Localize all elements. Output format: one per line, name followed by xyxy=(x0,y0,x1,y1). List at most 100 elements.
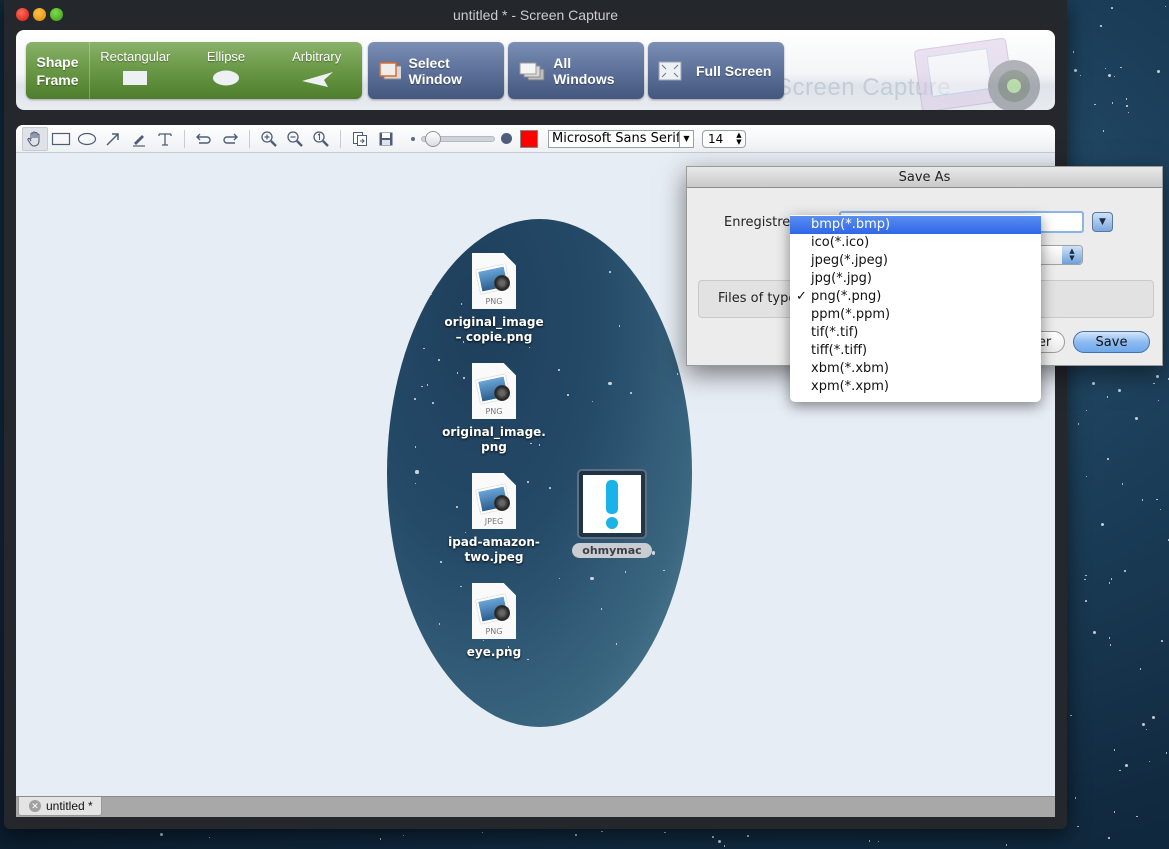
star xyxy=(1077,825,1079,828)
file-type-option[interactable]: ✓ png(*.png) xyxy=(790,288,1041,306)
file-type-option-label: png(*.png) xyxy=(811,289,882,304)
full-screen-label: Full Screen xyxy=(696,62,772,79)
star xyxy=(676,219,679,222)
thick-stroke-icon xyxy=(501,133,512,144)
zoom-actual-button[interactable] xyxy=(308,127,334,151)
close-tab-icon[interactable]: ✕ xyxy=(29,800,41,812)
file-type-option[interactable]: ppm(*.ppm) xyxy=(790,306,1041,324)
redo-button[interactable] xyxy=(217,127,243,151)
star xyxy=(567,394,569,396)
file-type-option[interactable]: bmp(*.bmp) xyxy=(790,216,1041,234)
star xyxy=(1164,5,1167,8)
text-tool-button[interactable] xyxy=(152,127,178,151)
star xyxy=(1079,74,1082,77)
zoom-actual-size-icon xyxy=(313,130,329,147)
star xyxy=(427,225,430,227)
star xyxy=(1106,396,1109,398)
zoom-in-button[interactable] xyxy=(256,127,282,151)
hand-tool-button[interactable] xyxy=(22,126,48,151)
shape-ellipse-button[interactable]: Ellipse xyxy=(181,42,272,99)
star xyxy=(1074,797,1077,799)
copy-button[interactable] xyxy=(347,127,373,151)
capture-bar: Screen Capture Shape Frame Rectangular E… xyxy=(16,30,1055,110)
file-type-option[interactable]: xpm(*.xpm) xyxy=(790,378,1041,396)
rectangle-tool-button[interactable] xyxy=(48,127,74,151)
stroke-width-slider[interactable] xyxy=(421,130,495,147)
star xyxy=(1156,498,1158,501)
expand-dialog-button[interactable]: ▼ xyxy=(1092,212,1113,232)
shape-rectangular-button[interactable]: Rectangular xyxy=(90,42,181,99)
star xyxy=(1157,399,1160,402)
save-button[interactable] xyxy=(373,127,399,151)
slider-thumb[interactable] xyxy=(425,130,442,147)
desktop-app-item[interactable]: ohmymac xyxy=(572,469,652,558)
save-dialog-button[interactable]: Save xyxy=(1073,331,1150,353)
select-window-icon xyxy=(379,61,401,79)
star xyxy=(1072,51,1075,53)
file-type-option-label: xpm(*.xpm) xyxy=(811,379,889,394)
star xyxy=(1139,668,1142,670)
shape-rectangular-label: Rectangular xyxy=(100,49,171,64)
file-type-option[interactable]: tif(*.tif) xyxy=(790,324,1041,342)
star xyxy=(1127,111,1130,114)
file-type-option[interactable]: xbm(*.xbm) xyxy=(790,360,1041,378)
undo-button[interactable] xyxy=(191,127,217,151)
font-size-stepper[interactable]: 14 ▲ ▼ xyxy=(702,129,746,148)
file-label: eye.png xyxy=(466,645,522,659)
star xyxy=(615,643,618,645)
app-window: untitled * - Screen Capture Screen Captu… xyxy=(4,0,1067,829)
star xyxy=(414,446,417,448)
file-type-option[interactable]: tiff(*.tiff) xyxy=(790,342,1041,360)
star xyxy=(1085,574,1087,577)
copy-icon xyxy=(353,131,367,146)
star xyxy=(1157,70,1161,74)
toolbar-divider xyxy=(249,129,250,148)
dialog-title: Save As xyxy=(687,167,1162,188)
file-type-option[interactable]: jpeg(*.jpeg) xyxy=(790,252,1041,270)
file-type-option-label: tiff(*.tiff) xyxy=(811,343,868,358)
star xyxy=(1124,764,1128,768)
file-type-option-label: ppm(*.ppm) xyxy=(811,307,891,322)
zoom-out-icon xyxy=(287,130,303,147)
undo-icon xyxy=(196,133,211,144)
star xyxy=(558,369,560,371)
ellipse-tool-icon xyxy=(77,132,97,145)
star xyxy=(473,219,476,221)
pen-tool-button[interactable] xyxy=(126,127,152,151)
star xyxy=(1161,640,1163,642)
star xyxy=(438,359,440,361)
desktop-file-item[interactable]: PNG original_image – copie.png xyxy=(439,253,549,345)
color-picker-swatch[interactable] xyxy=(520,129,538,148)
toolbar-divider xyxy=(340,129,341,148)
arrow-icon xyxy=(106,132,119,146)
star xyxy=(1110,578,1113,580)
zoom-out-button[interactable] xyxy=(282,127,308,151)
star xyxy=(575,834,577,836)
star xyxy=(1104,67,1107,70)
full-screen-button[interactable]: Full Screen xyxy=(648,42,784,99)
star xyxy=(1135,417,1139,421)
star xyxy=(1093,630,1097,634)
star xyxy=(558,577,561,580)
file-type-option-label: jpg(*.jpg) xyxy=(811,271,873,286)
all-windows-button[interactable]: All Windows xyxy=(508,42,644,99)
font-family-select[interactable]: Microsoft Sans Serif ▼ xyxy=(548,129,694,148)
document-tab[interactable]: ✕ untitled * xyxy=(18,797,102,816)
select-window-button[interactable]: Select Window xyxy=(368,42,504,99)
ellipse-shape-icon xyxy=(213,70,239,86)
star xyxy=(1121,483,1124,485)
ellipse-tool-button[interactable] xyxy=(74,127,100,151)
star xyxy=(1085,600,1087,602)
star xyxy=(681,624,684,627)
star xyxy=(1102,130,1105,132)
file-type-option[interactable]: jpg(*.jpg) xyxy=(790,270,1041,288)
app-label: ohmymac xyxy=(572,543,652,558)
desktop-file-item[interactable]: PNG original_image. png xyxy=(439,363,549,455)
desktop-file-item[interactable]: PNG eye.png xyxy=(439,583,549,660)
zoom-in-icon xyxy=(261,130,277,147)
arrow-tool-button[interactable] xyxy=(100,127,126,151)
shape-arbitrary-button[interactable]: Arbitrary xyxy=(271,42,362,99)
file-type-option[interactable]: ico(*.ico) xyxy=(790,234,1041,252)
desktop-file-item[interactable]: JPEG ipad-amazon- two.jpeg xyxy=(439,473,549,565)
star xyxy=(1070,714,1072,717)
